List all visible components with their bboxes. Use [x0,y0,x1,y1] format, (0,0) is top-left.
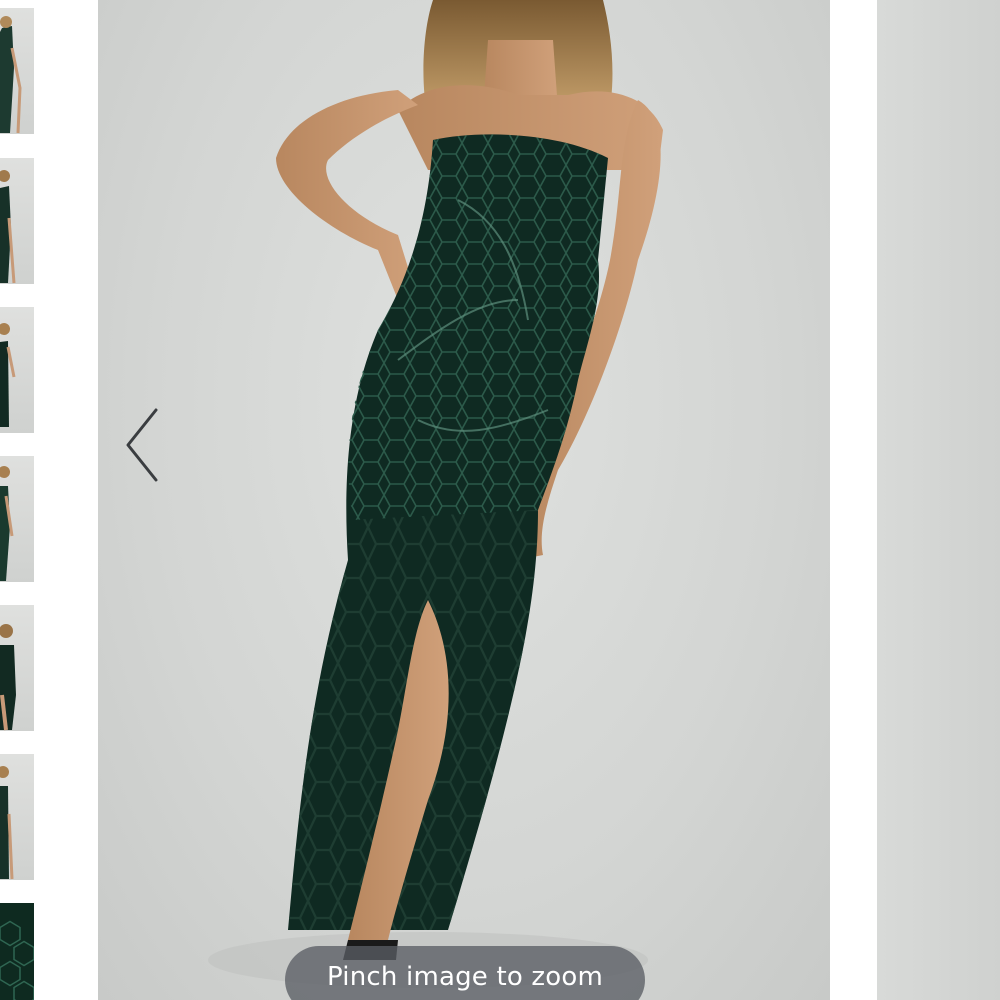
thumbnail-4[interactable] [0,456,34,582]
main-product-image[interactable]: Pinch image to zoom [98,0,830,1000]
thumbnail-6[interactable] [0,754,34,880]
thumbnail-2[interactable] [0,158,34,284]
chevron-left-icon [126,408,158,482]
thumbnail-1[interactable] [0,8,34,134]
zoom-hint-pill: Pinch image to zoom [285,946,645,1000]
thumbnail-5[interactable] [0,605,34,731]
thumbnail-3[interactable] [0,307,34,433]
previous-image-button[interactable] [122,405,162,485]
zoom-hint-text: Pinch image to zoom [326,962,604,992]
thumbnail-rail [0,0,36,1000]
model-photo [208,0,663,988]
next-image-peek[interactable] [877,0,1000,1000]
thumbnail-7[interactable] [0,903,34,1000]
